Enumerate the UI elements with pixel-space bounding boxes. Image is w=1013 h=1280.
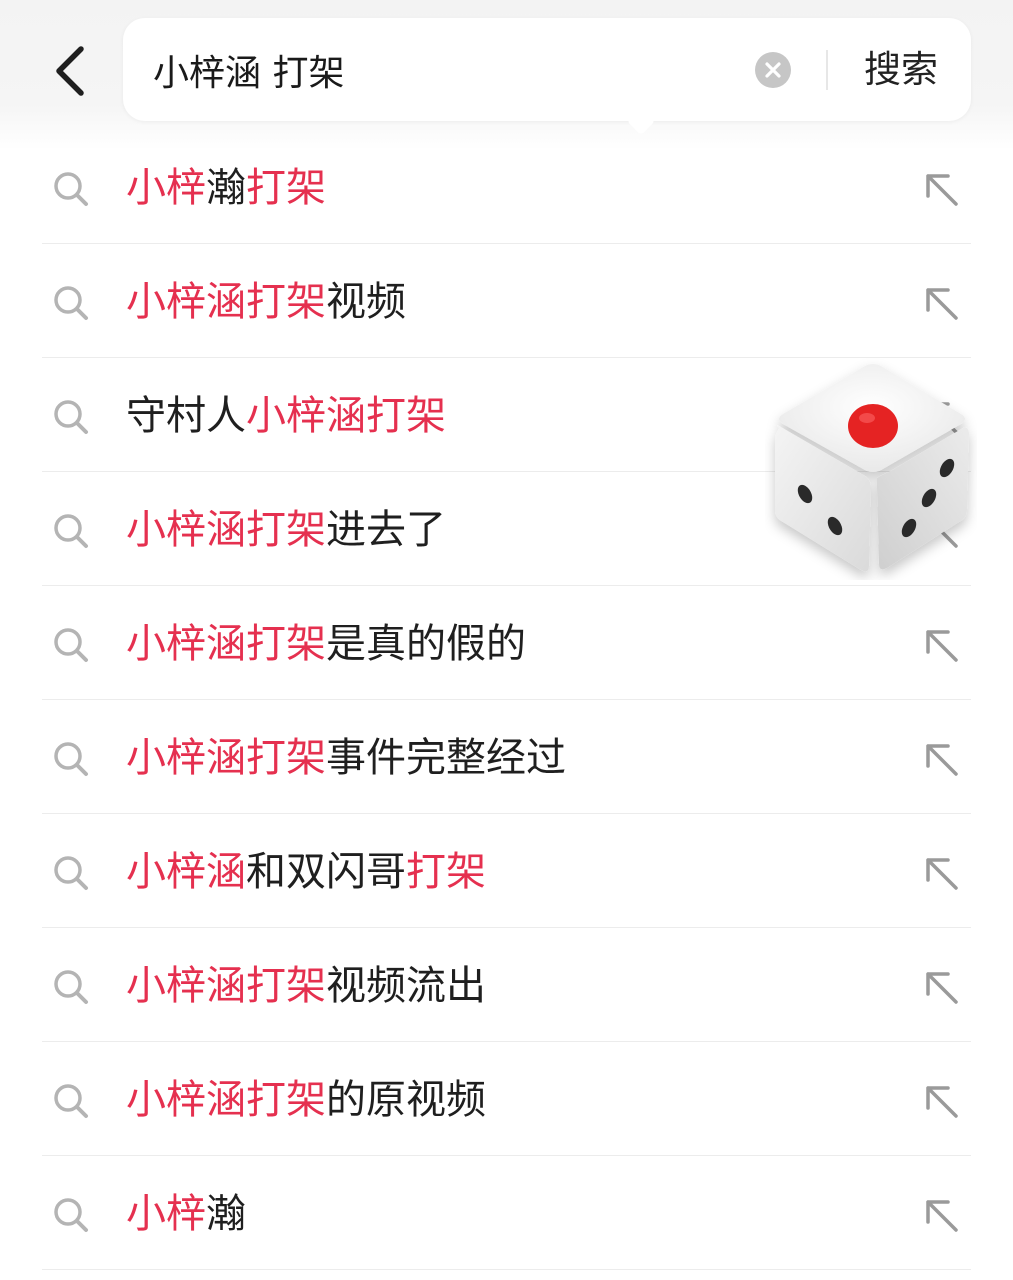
search-icon — [54, 1084, 88, 1118]
suggestion-text: 的原视频 — [326, 1077, 486, 1123]
highlighted-text: 小梓涵打架 — [246, 393, 446, 439]
chevron-left-icon — [56, 46, 84, 96]
search-icon — [54, 1198, 88, 1232]
highlighted-text: 小梓涵打架 — [126, 963, 326, 1009]
suggestion-row[interactable]: 小梓涵打架的原视频 — [0, 1042, 1013, 1156]
highlighted-text: 小梓涵打架 — [126, 735, 326, 781]
arrow-up-left-icon[interactable] — [920, 168, 962, 210]
suggestion-text: 瀚 — [206, 1191, 246, 1237]
search-icon — [54, 286, 88, 320]
arrow-up-left-icon[interactable] — [920, 966, 962, 1008]
suggestion-row[interactable]: 小梓涵打架是真的假的 — [0, 586, 1013, 700]
suggestion-text: 守村人 — [126, 393, 246, 439]
highlighted-text: 小梓涵 — [126, 849, 246, 895]
suggestion-label: 小梓瀚打架 — [126, 160, 326, 216]
suggestion-text: 是真的假的 — [326, 621, 526, 667]
arrow-up-left-icon[interactable] — [920, 852, 962, 894]
arrow-up-left-icon[interactable] — [920, 738, 962, 780]
search-icon — [54, 970, 88, 1004]
clear-button[interactable] — [755, 52, 791, 88]
back-button[interactable] — [40, 36, 100, 106]
search-input[interactable] — [153, 42, 733, 98]
suggestion-label: 小梓瀚 — [126, 1186, 246, 1242]
suggestion-text: 瀚 — [206, 165, 246, 211]
suggestion-label: 小梓涵打架进去了 — [126, 502, 446, 558]
suggestion-row[interactable]: 小梓涵打架视频 — [0, 244, 1013, 358]
suggestion-label: 小梓涵和双闪哥打架 — [126, 844, 486, 900]
suggestion-text: 视频 — [326, 279, 406, 325]
suggestion-list: 小梓瀚打架 小梓涵打架视频 守村人小梓涵打架 小梓涵打架进去了 小梓涵打架是真的假的 小梓… — [0, 130, 1013, 1270]
dice-icon[interactable] — [765, 358, 977, 580]
suggestion-row[interactable]: 小梓涵打架事件完整经过 — [0, 700, 1013, 814]
search-divider — [826, 50, 828, 90]
arrow-up-left-icon[interactable] — [920, 1194, 962, 1236]
suggestion-label: 小梓涵打架视频流出 — [126, 958, 486, 1014]
search-icon — [54, 856, 88, 890]
suggestion-row[interactable]: 小梓瀚打架 — [0, 130, 1013, 244]
search-icon — [54, 742, 88, 776]
suggestion-label: 守村人小梓涵打架 — [126, 388, 446, 444]
arrow-up-left-icon[interactable] — [920, 624, 962, 666]
search-header: 搜索 — [0, 0, 1013, 150]
search-icon — [54, 628, 88, 662]
arrow-up-left-icon[interactable] — [920, 1080, 962, 1122]
suggestion-row[interactable]: 小梓瀚 — [0, 1156, 1013, 1270]
suggestion-text: 事件完整经过 — [326, 735, 566, 781]
suggestion-row[interactable]: 小梓涵和双闪哥打架 — [0, 814, 1013, 928]
highlighted-text: 小梓涵打架 — [126, 507, 326, 553]
search-box: 搜索 — [123, 18, 971, 121]
suggestion-label: 小梓涵打架事件完整经过 — [126, 730, 566, 786]
highlighted-text: 小梓涵打架 — [126, 279, 326, 325]
search-icon — [54, 514, 88, 548]
highlighted-text: 打架 — [246, 165, 326, 211]
suggestion-row[interactable]: 小梓涵打架视频流出 — [0, 928, 1013, 1042]
highlighted-text: 打架 — [406, 849, 486, 895]
highlighted-text: 小梓 — [126, 165, 206, 211]
suggestion-label: 小梓涵打架的原视频 — [126, 1072, 486, 1128]
search-button[interactable]: 搜索 — [853, 42, 949, 98]
suggestion-text: 视频流出 — [326, 963, 486, 1009]
suggestion-label: 小梓涵打架是真的假的 — [126, 616, 526, 672]
search-icon — [54, 172, 88, 206]
highlighted-text: 小梓 — [126, 1191, 206, 1237]
close-circle-icon — [765, 62, 781, 78]
search-icon — [54, 400, 88, 434]
highlighted-text: 小梓涵打架 — [126, 1077, 326, 1123]
suggestion-text: 进去了 — [326, 507, 446, 553]
suggestion-label: 小梓涵打架视频 — [126, 274, 406, 330]
row-divider — [42, 1269, 971, 1270]
arrow-up-left-icon[interactable] — [920, 282, 962, 324]
highlighted-text: 小梓涵打架 — [126, 621, 326, 667]
suggestion-text: 和双闪哥 — [246, 849, 406, 895]
